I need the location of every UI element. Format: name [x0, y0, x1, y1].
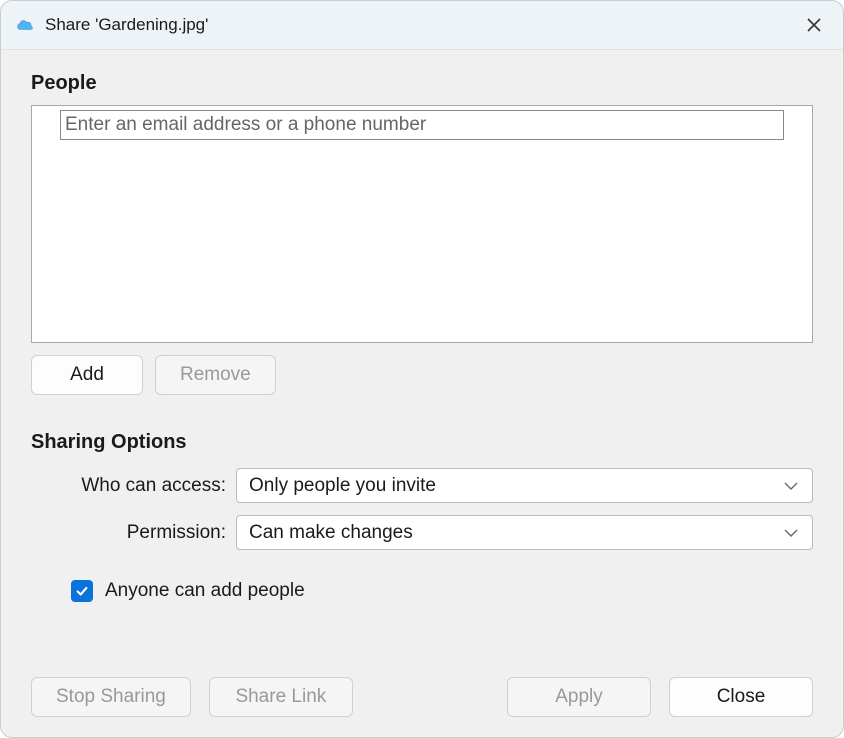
anyone-add-row: Anyone can add people	[71, 580, 813, 602]
permission-select[interactable]: Can make changes	[236, 515, 813, 550]
who-can-access-select[interactable]: Only people you invite	[236, 468, 813, 503]
add-button[interactable]: Add	[31, 355, 143, 395]
who-can-access-label: Who can access:	[31, 475, 236, 497]
titlebar: Share 'Gardening.jpg'	[1, 1, 843, 50]
anyone-add-checkbox[interactable]	[71, 580, 93, 602]
window-title: Share 'Gardening.jpg'	[45, 15, 799, 35]
apply-button[interactable]: Apply	[507, 677, 651, 717]
permission-label: Permission:	[31, 522, 236, 544]
sharing-options-title: Sharing Options	[31, 431, 813, 454]
people-input[interactable]	[60, 110, 784, 140]
permission-row: Permission: Can make changes	[31, 515, 813, 550]
close-button[interactable]: Close	[669, 677, 813, 717]
anyone-add-label: Anyone can add people	[105, 580, 305, 602]
share-link-button[interactable]: Share Link	[209, 677, 353, 717]
share-dialog: Share 'Gardening.jpg' People Add Remove …	[0, 0, 844, 738]
content: People Add Remove Sharing Options Who ca…	[1, 50, 843, 737]
cloud-icon	[15, 15, 35, 35]
people-list[interactable]	[31, 105, 813, 343]
close-icon[interactable]	[799, 10, 829, 40]
footer: Stop Sharing Share Link Apply Close	[31, 657, 813, 717]
people-buttons: Add Remove	[31, 355, 813, 395]
stop-sharing-button[interactable]: Stop Sharing	[31, 677, 191, 717]
remove-button[interactable]: Remove	[155, 355, 276, 395]
who-can-access-row: Who can access: Only people you invite	[31, 468, 813, 503]
people-section-title: People	[31, 72, 813, 95]
